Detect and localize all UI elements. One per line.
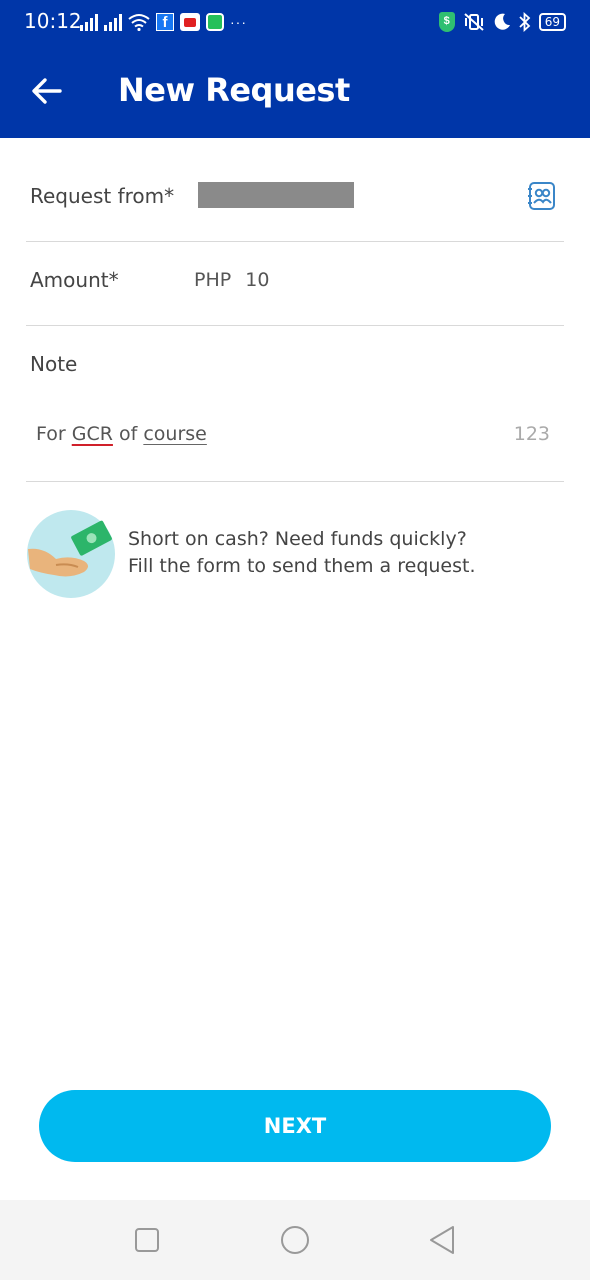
amount-value: 10: [245, 269, 270, 291]
signal-icon: [104, 13, 122, 31]
next-button[interactable]: NEXT: [39, 1090, 551, 1162]
bluetooth-icon: [519, 12, 531, 32]
note-input[interactable]: For GCR of course: [36, 423, 207, 445]
vibrate-icon: [464, 13, 484, 31]
request-from-label: Request from*: [30, 184, 175, 208]
note-char-counter: 123: [513, 423, 550, 445]
back-triangle-icon[interactable]: [426, 1224, 458, 1256]
amount-label: Amount*: [30, 268, 119, 292]
recipient-redacted-field[interactable]: [198, 182, 354, 208]
recents-square-icon[interactable]: [131, 1224, 163, 1256]
signal-icon: [80, 13, 98, 31]
note-text-misspelled: GCR: [71, 423, 113, 445]
facebook-icon: f: [156, 13, 174, 31]
currency-code: PHP: [194, 269, 232, 291]
note-row[interactable]: Note For GCR of course 123: [26, 326, 564, 482]
app-bar: New Request: [0, 44, 590, 138]
home-circle-icon[interactable]: [279, 1224, 311, 1256]
wifi-icon: [128, 14, 150, 31]
hand-money-icon: [27, 510, 115, 598]
note-text-composing: course: [143, 423, 207, 445]
arrow-left-icon[interactable]: [30, 74, 64, 108]
info-line-1: Short on cash? Need funds quickly?: [128, 528, 467, 550]
moon-icon: [494, 13, 510, 30]
amount-field[interactable]: PHP 10: [194, 269, 269, 291]
page-title: New Request: [118, 71, 350, 109]
status-left-icons: f ···: [80, 10, 247, 34]
shield-icon: $: [438, 12, 455, 32]
info-text: Short on cash? Need funds quickly? Fill …: [128, 526, 568, 580]
message-icon: [206, 13, 224, 31]
more-notifications-icon: ···: [230, 14, 247, 30]
note-text-part: For: [36, 423, 72, 445]
contacts-book-icon[interactable]: [526, 180, 558, 212]
status-time: 10:12: [24, 9, 82, 33]
battery-icon: 69: [538, 13, 566, 31]
amount-row[interactable]: Amount* PHP 10: [26, 242, 564, 326]
status-bar: 10:12 f ··· $ 69: [0, 0, 590, 44]
youtube-icon: [180, 13, 200, 31]
note-text-part: of: [112, 423, 144, 445]
request-from-row[interactable]: Request from*: [26, 138, 564, 242]
status-right-icons: $ 69: [438, 10, 566, 34]
system-nav-bar: [0, 1200, 590, 1280]
note-label: Note: [30, 352, 78, 376]
info-line-2: Fill the form to send them a request.: [128, 555, 476, 577]
